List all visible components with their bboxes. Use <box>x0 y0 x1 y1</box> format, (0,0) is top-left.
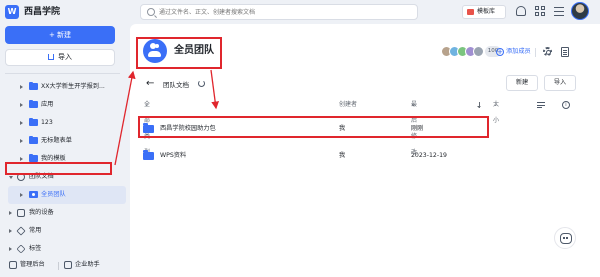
row-modified: 2023-12-19 <box>411 152 447 159</box>
table-header: 全部类型 ⌄ 创建者 最后修改 ⌄ 大小 ⌄ i <box>130 97 600 156</box>
sidebar-item-label: 常用 <box>29 227 42 234</box>
chevron-down-icon[interactable] <box>9 176 13 179</box>
refresh-icon[interactable] <box>198 80 205 87</box>
new-button[interactable]: + 新建 <box>5 26 115 44</box>
assistant-bot-icon[interactable] <box>554 227 576 249</box>
template-library-button[interactable]: 模板库 <box>462 5 506 19</box>
chevron-right-icon[interactable] <box>9 229 12 233</box>
row-name[interactable]: WPS资料 <box>160 145 186 167</box>
footer-separator <box>58 262 59 270</box>
chevron-right-icon[interactable] <box>20 85 23 89</box>
member-avatar <box>473 46 484 57</box>
team-folder-icon <box>29 191 38 198</box>
search-icon <box>147 8 155 16</box>
folder-icon <box>143 150 154 160</box>
sidebar-item-my-devices[interactable]: 我的设备 <box>0 204 130 222</box>
sort-down-icon[interactable] <box>477 102 481 108</box>
chevron-right-icon[interactable] <box>9 247 12 251</box>
assistant-icon <box>64 261 72 269</box>
chevron-right-icon[interactable] <box>20 157 23 161</box>
sidebar-item-label: 我的设备 <box>29 209 54 216</box>
upload-icon <box>48 54 54 60</box>
app-window: W 西昌学院 模板库 + 新建 导入 XX大学新生开学报到... <box>0 0 600 277</box>
sidebar-item-folder[interactable]: XX大学新生开学报到... <box>0 78 130 96</box>
sidebar-item-label: 123 <box>41 119 53 126</box>
star-icon <box>16 226 26 236</box>
list-view-icon[interactable] <box>537 102 545 108</box>
add-member-button[interactable]: + 添加成员 <box>496 46 531 58</box>
row-creator: 我 <box>339 152 346 159</box>
plus-circle-icon: + <box>496 48 504 56</box>
folder-icon <box>29 135 38 144</box>
folder-icon <box>29 117 38 126</box>
enterprise-assistant-link[interactable]: 企业助手 <box>64 259 100 271</box>
gear-icon[interactable] <box>543 47 552 56</box>
template-library-label: 模板库 <box>477 8 496 15</box>
apps-grid-icon[interactable] <box>535 6 545 16</box>
sidebar-item-label: 全员团队 <box>41 191 66 198</box>
import-button[interactable]: 导入 <box>5 49 115 66</box>
chevron-right-icon[interactable] <box>20 139 23 143</box>
import-file-button[interactable]: 导入 <box>544 75 576 91</box>
search-box[interactable] <box>140 4 418 20</box>
sidebar-item-folder[interactable]: 无标题表单 <box>0 132 130 150</box>
info-icon[interactable]: i <box>562 101 570 109</box>
chevron-right-icon[interactable] <box>20 193 23 197</box>
sidebar-item-folder[interactable]: 应用 <box>0 96 130 114</box>
column-creator: 创建者 <box>339 101 358 108</box>
admin-console-label: 管理后台 <box>20 261 45 268</box>
folder-icon <box>29 153 38 162</box>
chevron-right-icon[interactable] <box>9 211 12 215</box>
menu-icon[interactable] <box>554 6 564 16</box>
bell-icon[interactable] <box>516 6 526 16</box>
import-label: 导入 <box>58 53 72 61</box>
breadcrumb[interactable]: 团队文档 <box>163 79 189 91</box>
annotation-box-team-docs <box>5 162 112 175</box>
table-row[interactable]: WPS资料 我 2023-12-19 <box>138 145 586 167</box>
app-name: 西昌学院 <box>24 7 61 17</box>
back-arrow-icon[interactable]: ← <box>146 78 154 90</box>
new-file-button[interactable]: 新建 <box>506 75 538 91</box>
template-icon <box>467 9 474 15</box>
annotation-box-team-header <box>136 37 222 69</box>
device-icon <box>17 209 25 217</box>
top-bar: W 西昌学院 模板库 <box>0 0 600 24</box>
sidebar-item-folder[interactable]: 123 <box>0 114 130 132</box>
admin-console-link[interactable]: 管理后台 <box>9 259 45 271</box>
folder-icon <box>29 81 38 90</box>
admin-icon <box>9 261 17 269</box>
sidebar-item-all-team[interactable]: 全员团队 <box>8 186 126 204</box>
sidebar: + 新建 导入 XX大学新生开学报到... 应用 123 无标题表单 我的模板 … <box>0 24 130 277</box>
folder-icon <box>29 99 38 108</box>
chevron-right-icon[interactable] <box>20 103 23 107</box>
column-modified[interactable]: 最后修改 ⌄ <box>411 97 417 156</box>
annotation-box-folder-row <box>138 116 489 138</box>
enterprise-assistant-label: 企业助手 <box>75 261 100 268</box>
sidebar-item-label: 应用 <box>41 101 54 108</box>
search-input[interactable] <box>159 6 409 18</box>
document-info-icon[interactable] <box>561 47 569 57</box>
user-avatar[interactable] <box>571 2 589 20</box>
sidebar-footer: 管理后台 企业助手 <box>0 253 130 277</box>
chevron-right-icon[interactable] <box>20 121 23 125</box>
sidebar-divider <box>5 73 120 74</box>
header-separator <box>535 48 536 57</box>
sidebar-item-favorites[interactable]: 常用 <box>0 222 130 240</box>
app-logo-icon: W <box>5 5 19 19</box>
add-member-label: 添加成员 <box>506 48 531 55</box>
sidebar-item-label: XX大学新生开学报到... <box>41 83 105 90</box>
type-filter[interactable]: 全部类型 ⌄ <box>144 97 150 156</box>
column-size[interactable]: 大小 ⌄ <box>493 97 499 124</box>
sidebar-item-label: 无标题表单 <box>41 137 72 144</box>
